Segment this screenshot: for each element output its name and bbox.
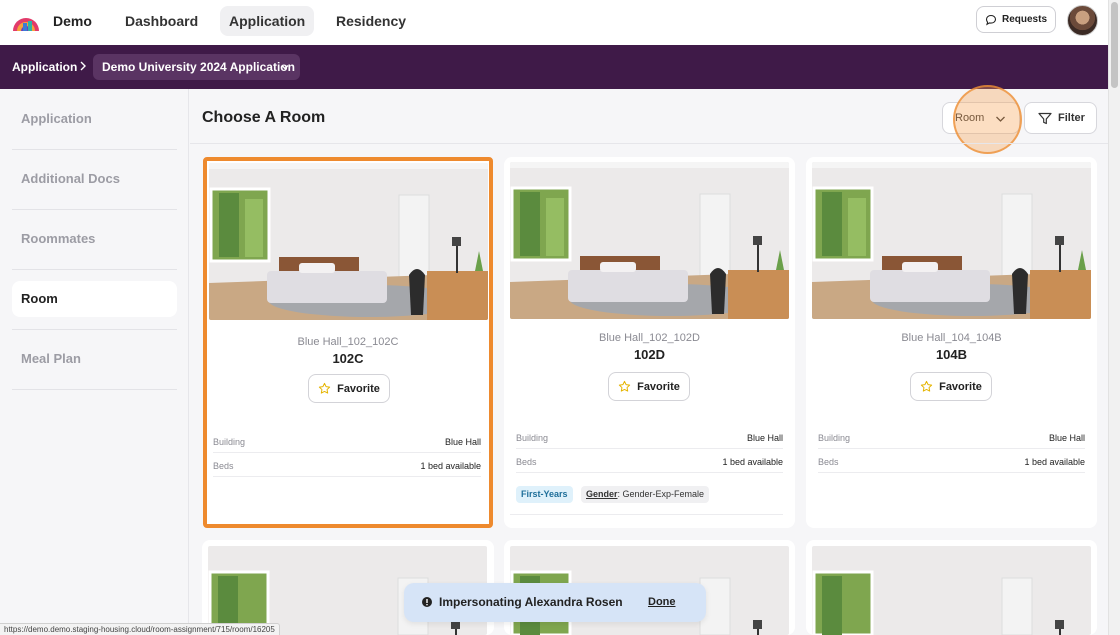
room-code: 102C xyxy=(332,351,364,366)
application-selector[interactable]: Demo University 2024 Application xyxy=(93,54,300,80)
sidebar-divider xyxy=(12,209,177,210)
toast-message: Impersonating Alexandra Rosen xyxy=(439,595,623,609)
building-value: Blue Hall xyxy=(746,433,783,443)
room-code: 104B xyxy=(935,347,968,362)
room-card-102c[interactable]: Blue Hall_102_102C 102C Favorite Buildin… xyxy=(203,157,493,528)
favorite-button[interactable]: Favorite xyxy=(308,374,390,403)
sidebar-item-room[interactable]: Room xyxy=(12,281,177,317)
gender-tag-value: : Gender-Exp-Female xyxy=(617,489,705,499)
favorite-label: Favorite xyxy=(939,380,982,393)
sidebar-item-additional-docs[interactable]: Additional Docs xyxy=(12,161,177,197)
impersonation-toast: Impersonating Alexandra Rosen Done xyxy=(404,583,706,622)
room-card-104b[interactable]: Blue Hall_104_104B 104B Favorite Buildin… xyxy=(806,157,1097,528)
favorite-button[interactable]: Favorite xyxy=(910,372,992,401)
nav-application[interactable]: Application xyxy=(220,6,315,36)
row-divider xyxy=(213,476,481,477)
nav-dashboard[interactable]: Dashboard xyxy=(116,6,207,36)
toast-done-link[interactable]: Done xyxy=(648,596,676,608)
building-label: Building xyxy=(516,433,549,443)
class-year-tag: First-Years xyxy=(516,486,573,503)
gender-tag-key: Gender xyxy=(586,489,618,499)
chat-icon xyxy=(985,14,997,25)
favorite-label: Favorite xyxy=(337,382,380,395)
link-status-url: https://demo.demo.staging-housing.cloud/… xyxy=(0,623,280,635)
building-value: Blue Hall xyxy=(444,437,481,447)
room-photo xyxy=(812,162,1091,319)
beds-value: 1 bed available xyxy=(420,461,481,471)
beds-value: 1 bed available xyxy=(1024,457,1085,467)
requests-button[interactable]: Requests xyxy=(976,6,1056,33)
room-photo xyxy=(209,163,488,320)
top-navigation: Demo Dashboard Application Residency Req… xyxy=(0,0,1108,45)
row-divider xyxy=(818,448,1085,449)
star-icon xyxy=(920,380,933,392)
breadcrumb-application[interactable]: Application xyxy=(12,60,77,74)
info-icon xyxy=(422,597,432,607)
sidebar-divider xyxy=(12,389,177,390)
brand-name[interactable]: Demo xyxy=(53,13,92,29)
room-subtitle: Blue Hall_102_102D xyxy=(599,332,700,344)
room-subtitle: Blue Hall_104_104B xyxy=(901,332,1002,344)
page-scrollbar[interactable] xyxy=(1108,0,1120,635)
scrollbar-thumb[interactable] xyxy=(1111,2,1118,88)
brand-logo-icon[interactable] xyxy=(11,9,41,33)
room-card-102d[interactable]: Blue Hall_102_102D 102D Favorite Buildin… xyxy=(504,157,795,528)
row-divider xyxy=(818,472,1085,473)
beds-value: 1 bed available xyxy=(722,457,783,467)
nav-residency[interactable]: Residency xyxy=(327,6,415,36)
room-code: 102D xyxy=(633,347,666,362)
building-label: Building xyxy=(818,433,851,443)
sidebar-divider xyxy=(12,149,177,150)
sidebar-divider xyxy=(12,269,177,270)
row-divider xyxy=(516,448,783,449)
breadcrumb: Application Demo University 2024 Applica… xyxy=(0,45,1108,89)
filter-icon xyxy=(1038,112,1052,124)
page-title: Choose A Room xyxy=(202,109,326,126)
gender-tag: Gender: Gender-Exp-Female xyxy=(581,486,710,503)
building-label: Building xyxy=(213,437,246,447)
room-card-row2-3[interactable] xyxy=(806,540,1097,635)
room-dropdown-label: Room xyxy=(955,112,985,124)
requests-label: Requests xyxy=(1001,14,1047,25)
room-photo xyxy=(812,546,1091,635)
header-divider xyxy=(190,143,1108,144)
star-icon xyxy=(618,380,631,392)
sidebar-divider xyxy=(12,329,177,330)
beds-label: Beds xyxy=(818,457,839,467)
favorite-label: Favorite xyxy=(637,380,680,393)
filter-button[interactable]: Filter xyxy=(1024,102,1097,134)
room-photo xyxy=(510,162,789,319)
room-subtitle: Blue Hall_102_102C xyxy=(297,336,399,348)
filter-label: Filter xyxy=(1058,112,1085,124)
sidebar-item-meal-plan[interactable]: Meal Plan xyxy=(12,341,177,377)
chevron-down-icon xyxy=(996,116,1005,122)
chevron-down-icon xyxy=(281,65,289,70)
user-avatar[interactable] xyxy=(1067,5,1098,36)
beds-label: Beds xyxy=(516,457,537,467)
sidebar-item-application[interactable]: Application xyxy=(12,101,177,137)
chevron-right-icon xyxy=(80,61,86,71)
beds-label: Beds xyxy=(213,461,234,471)
sidebar-item-roommates[interactable]: Roommates xyxy=(12,221,177,257)
row-divider xyxy=(213,452,481,453)
application-selector-label: Demo University 2024 Application xyxy=(102,60,295,74)
room-dropdown[interactable]: Room xyxy=(942,102,1020,134)
building-value: Blue Hall xyxy=(1048,433,1085,443)
star-icon xyxy=(318,382,331,394)
sidebar: Application Additional Docs Roommates Ro… xyxy=(0,89,189,635)
favorite-button[interactable]: Favorite xyxy=(608,372,690,401)
row-divider xyxy=(510,514,783,515)
row-divider xyxy=(516,472,783,473)
